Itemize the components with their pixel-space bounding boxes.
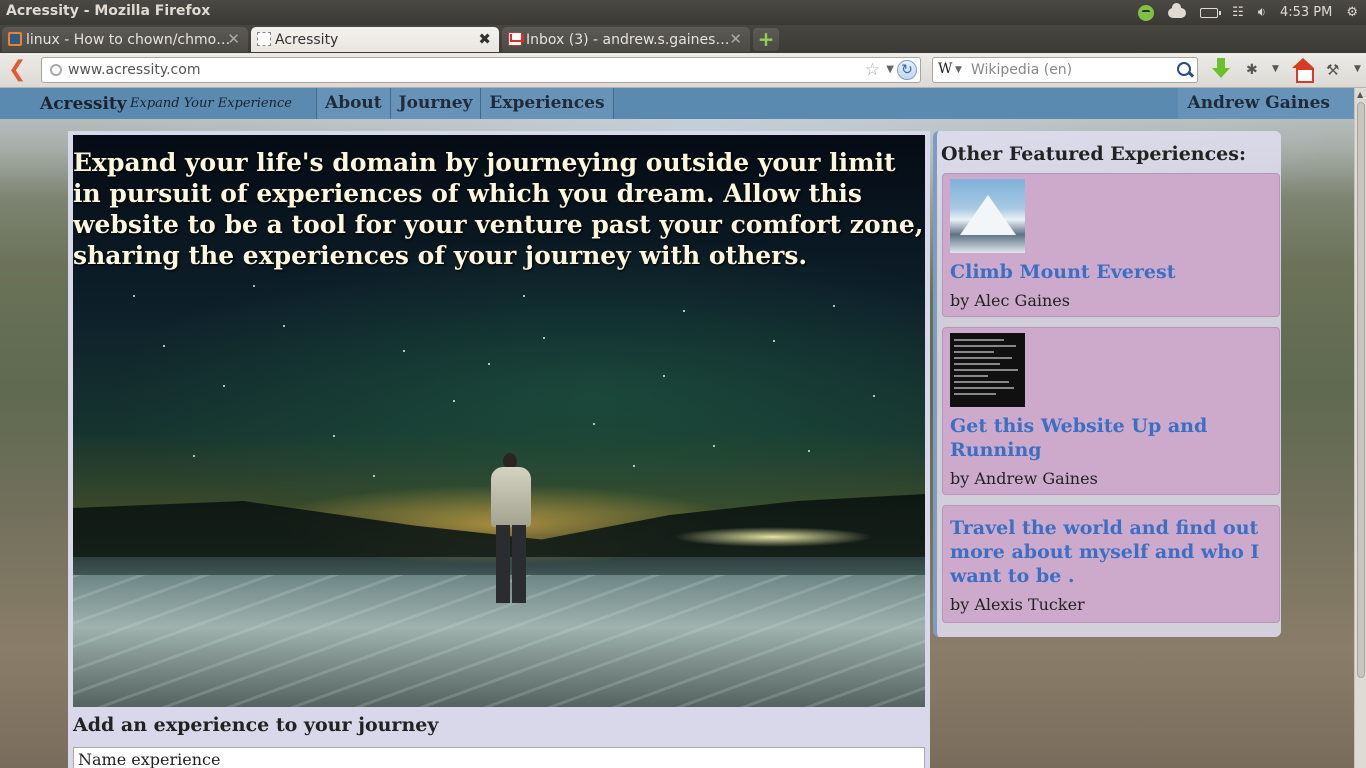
gmail-icon — [508, 32, 522, 46]
hero-text: Expand your life's domain by journeying … — [73, 148, 924, 270]
tab-acressity[interactable]: Acressity ✖ — [251, 27, 499, 52]
battery-icon[interactable] — [1200, 7, 1222, 18]
search-bar[interactable]: W ▼ Wikipedia (en) — [932, 57, 1198, 83]
tools-dropdown-icon[interactable]: ▼ — [1354, 64, 1361, 74]
search-placeholder[interactable]: Wikipedia (en) — [971, 62, 1072, 78]
scroll-thumb[interactable] — [1357, 102, 1365, 678]
system-tray: ☷ 🔉︎ 4:53 PM ⚙ — [1138, 0, 1366, 25]
back-arrow-icon[interactable]: ❮ — [8, 59, 28, 81]
menu-experiences[interactable]: Experiences — [481, 88, 614, 119]
user-menu[interactable]: Andrew Gaines — [1177, 88, 1354, 119]
download-icon[interactable] — [1212, 58, 1230, 82]
tab-stackoverflow[interactable]: linux - How to chown/chmo… ✕ — [2, 27, 248, 52]
globe-icon[interactable] — [50, 64, 62, 76]
site-menu: About Journey Experiences — [316, 88, 614, 119]
mountain-thumbnail[interactable] — [950, 179, 1025, 253]
clock[interactable]: 4:53 PM — [1280, 5, 1332, 20]
close-tab-icon[interactable]: ✖ — [478, 30, 491, 48]
developer-tools-icon[interactable]: ⚒ — [1326, 61, 1339, 79]
navigation-toolbar: ❮ www.acressity.com ☆ ▼ ↻ W ▼ Wikipedia … — [0, 53, 1366, 88]
menu-journey[interactable]: Journey — [390, 88, 482, 119]
spotify-icon[interactable] — [1138, 4, 1155, 21]
os-top-bar: Acressity - Mozilla Firefox ☷ 🔉︎ 4:53 PM… — [0, 0, 1366, 25]
experience-author: by Alec Gaines — [950, 291, 1070, 310]
menu-about[interactable]: About — [316, 88, 391, 119]
experience-card[interactable]: Travel the world and find out more about… — [942, 505, 1280, 623]
bookmark-star-icon[interactable]: ☆ — [865, 60, 880, 80]
firebug-dropdown-icon[interactable]: ▼ — [1272, 64, 1279, 74]
search-icon[interactable] — [1176, 61, 1194, 79]
code-thumbnail[interactable] — [950, 333, 1025, 407]
site-tagline: Expand Your Experience — [130, 96, 292, 111]
experience-card[interactable]: Get this Website Up and Running by Andre… — [942, 327, 1280, 495]
featured-experiences-sidebar: Other Featured Experiences: Climb Mount … — [933, 131, 1281, 637]
experience-name-input[interactable]: Name experience — [73, 747, 925, 768]
wikipedia-icon[interactable]: W — [938, 61, 952, 77]
tab-bar: linux - How to chown/chmo… ✕ Acressity ✖… — [0, 25, 1366, 53]
experience-card[interactable]: Climb Mount Everest by Alec Gaines — [942, 173, 1280, 317]
add-experience-heading: Add an experience to your journey — [73, 714, 439, 736]
experience-title-link[interactable]: Climb Mount Everest — [950, 260, 1270, 284]
address-bar[interactable]: www.acressity.com ☆ ▼ ↻ — [41, 57, 921, 83]
tab-gmail[interactable]: Inbox (3) - andrew.s.gaines… ✕ — [502, 27, 750, 52]
firebug-icon[interactable]: ✱ — [1246, 62, 1258, 78]
close-tab-icon[interactable]: ✕ — [729, 30, 742, 48]
experience-author: by Andrew Gaines — [950, 469, 1098, 488]
page-viewport: Acressity Expand Your Experience About J… — [0, 88, 1354, 768]
experience-title-link[interactable]: Get this Website Up and Running — [950, 414, 1270, 462]
window-title: Acressity - Mozilla Firefox — [6, 3, 211, 19]
engine-dropdown-icon[interactable]: ▼ — [955, 65, 962, 75]
town-lights — [673, 527, 873, 547]
person-silhouette — [481, 453, 541, 613]
tab-label: linux - How to chown/chmo… — [26, 31, 231, 48]
home-icon[interactable] — [1292, 58, 1314, 83]
tab-label: Inbox (3) - andrew.s.gaines… — [526, 31, 730, 48]
stackexchange-icon — [8, 32, 22, 46]
scroll-up-arrow-icon[interactable]: ▲ — [1357, 90, 1363, 99]
wifi-icon[interactable]: ☷ — [1232, 5, 1244, 20]
history-dropdown-icon[interactable]: ▼ — [886, 64, 894, 75]
blank-page-icon — [257, 32, 271, 46]
experience-title-link[interactable]: Travel the world and find out more about… — [950, 516, 1270, 588]
experience-author: by Alexis Tucker — [950, 595, 1085, 614]
site-header: Acressity Expand Your Experience About J… — [0, 88, 1354, 119]
site-brand[interactable]: Acressity — [40, 94, 127, 114]
url-text[interactable]: www.acressity.com — [68, 62, 200, 78]
tab-label: Acressity — [275, 31, 339, 48]
volume-icon[interactable]: 🔉︎ — [1258, 5, 1266, 20]
vertical-scrollbar[interactable]: ▲ — [1354, 88, 1366, 768]
hero-image: Expand your life's domain by journeying … — [73, 135, 925, 707]
new-tab-button[interactable]: + — [753, 28, 779, 51]
sidebar-title: Other Featured Experiences: — [941, 143, 1246, 165]
main-column: Expand your life's domain by journeying … — [68, 131, 930, 768]
cloud-icon[interactable] — [1168, 2, 1187, 18]
reload-icon[interactable]: ↻ — [897, 60, 917, 80]
settings-gear-icon[interactable]: ⚙ — [1346, 5, 1358, 20]
close-tab-icon[interactable]: ✕ — [227, 30, 240, 48]
